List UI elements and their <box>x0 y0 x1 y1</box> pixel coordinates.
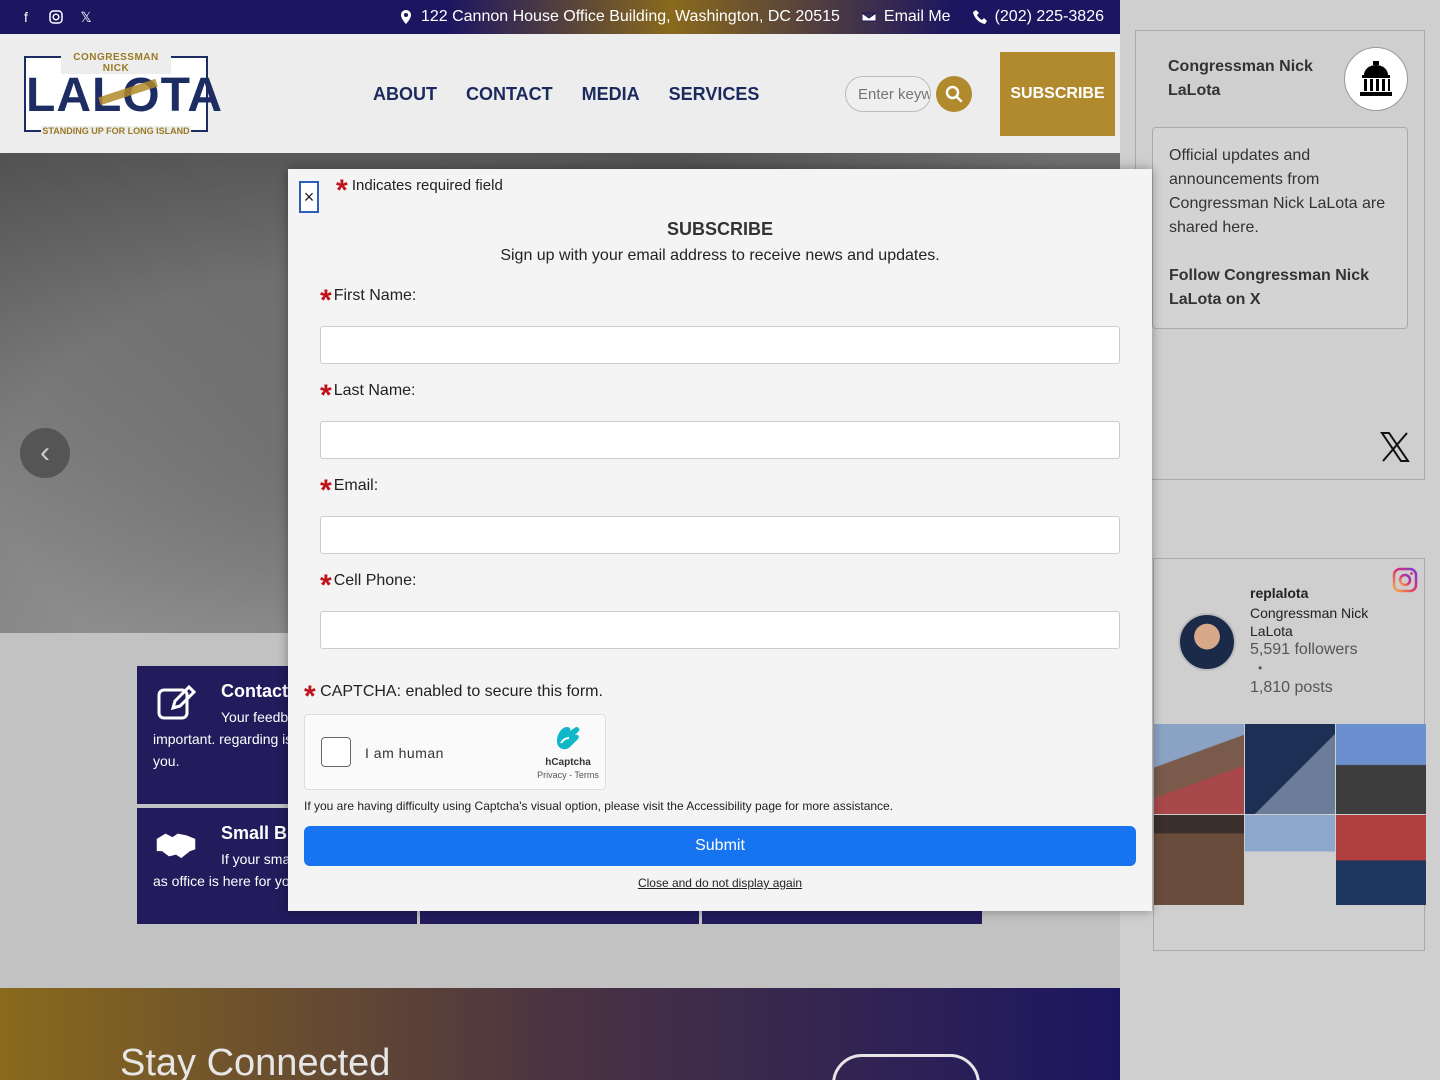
first-name-label: * First Name: <box>320 286 417 316</box>
required-asterisk: * <box>320 569 332 602</box>
captcha-checkbox[interactable] <box>321 737 351 767</box>
captcha-checkbox-label: I am human <box>365 745 444 761</box>
social-links: f 𝕏 <box>18 9 94 26</box>
hcaptcha-logo-icon <box>557 727 580 750</box>
address-item[interactable]: 122 Cannon House Office Building, Washin… <box>399 8 840 26</box>
modal-subtitle: Sign up with your email address to recei… <box>500 247 940 264</box>
required-asterisk: * <box>336 174 348 207</box>
contact-card-title: Contact <box>221 681 288 701</box>
instagram-post-thumb[interactable] <box>1154 815 1244 905</box>
hcaptcha-widget: I am human hCaptcha Privacy - Terms <box>304 714 606 790</box>
capitol-icon <box>1360 61 1392 96</box>
x-icon[interactable]: 𝕏 <box>78 9 94 25</box>
address-text: 122 Cannon House Office Building, Washin… <box>420 8 840 25</box>
email-input[interactable] <box>320 516 1120 554</box>
facebook-icon[interactable]: f <box>18 9 34 25</box>
cell-phone-label-text: Cell Phone: <box>333 572 417 589</box>
email-label-text: Email: <box>333 477 379 494</box>
main-nav: ABOUT CONTACT MEDIA SERVICES <box>373 84 759 105</box>
stay-connected-title: Stay Connected <box>120 1042 391 1080</box>
email-link[interactable]: Email Me <box>861 8 951 26</box>
required-asterisk: * <box>320 379 332 412</box>
required-asterisk: * <box>304 680 316 713</box>
capitol-avatar[interactable] <box>1344 47 1408 111</box>
instagram-post-thumb[interactable] <box>1245 815 1335 905</box>
hcaptcha-privacy-terms[interactable]: Privacy - Terms <box>525 770 611 780</box>
instagram-post-thumb[interactable] <box>1336 724 1426 814</box>
email-label: * Email: <box>320 476 379 506</box>
site-logo[interactable]: CONGRESSMAN NICK LALOTA STANDING UP FOR … <box>24 52 222 136</box>
instagram-full-name: Congressman Nick LaLota <box>1250 605 1369 639</box>
x-follow-link[interactable]: Follow Congressman Nick LaLota on X <box>1169 264 1391 312</box>
chevron-left-icon: ‹ <box>40 436 50 469</box>
x-bio-bubble: Official updates and announcements from … <box>1152 127 1408 329</box>
instagram-post-thumb[interactable] <box>1336 815 1426 905</box>
email-text: Email Me <box>883 8 951 25</box>
last-name-label-text: Last Name: <box>333 382 416 399</box>
captcha-label-text: CAPTCHA: enabled to secure this form. <box>320 683 603 700</box>
instagram-icon[interactable] <box>48 9 64 25</box>
logo-tagline: STANDING UP FOR LONG ISLAND <box>41 126 191 136</box>
stay-connected-button[interactable] <box>832 1054 980 1080</box>
nav-contact[interactable]: CONTACT <box>466 84 553 105</box>
last-name-label: * Last Name: <box>320 381 416 411</box>
nav-services[interactable]: SERVICES <box>669 84 760 105</box>
first-name-label-text: First Name: <box>333 287 417 304</box>
required-note: * Indicates required field <box>336 176 503 206</box>
search-icon <box>945 85 963 103</box>
captcha-label: * CAPTCHA: enabled to secure this form. <box>304 682 603 712</box>
contact-card[interactable]: Contact Your feedback is important. rega… <box>137 666 349 804</box>
contact-info: 122 Cannon House Office Building, Washin… <box>399 8 1104 26</box>
hcaptcha-brand: hCaptcha <box>545 757 591 768</box>
instagram-card: replalota Congressman Nick LaLota 5,591 … <box>1153 558 1426 951</box>
instagram-separator: • <box>1258 661 1263 675</box>
instagram-followers: 5,591 followers <box>1250 641 1358 658</box>
phone-icon <box>972 10 987 24</box>
search-button[interactable] <box>936 76 972 112</box>
modal-title: SUBSCRIBE <box>666 219 773 239</box>
first-name-input[interactable] <box>320 326 1120 364</box>
last-name-input[interactable] <box>320 421 1120 459</box>
cell-phone-input[interactable] <box>320 611 1120 649</box>
required-asterisk: * <box>320 284 332 317</box>
instagram-handle[interactable]: replalota <box>1250 585 1308 601</box>
submit-button[interactable]: Submit <box>304 826 1136 866</box>
accessibility-note: If you are having difficulty using Captc… <box>304 799 894 813</box>
required-note-text: Indicates required field <box>351 177 503 194</box>
instagram-post-thumb[interactable] <box>1245 724 1335 814</box>
required-asterisk: * <box>320 474 332 507</box>
nav-media[interactable]: MEDIA <box>582 84 640 105</box>
subscribe-modal: × * Indicates required field SUBSCRIBE S… <box>288 169 1152 911</box>
map-pin-icon <box>400 10 411 24</box>
instagram-grid <box>1154 724 1426 905</box>
small-business-card-title: Small B <box>221 823 288 843</box>
close-dont-show-link[interactable]: Close and do not display again <box>288 876 1152 890</box>
instagram-posts: 1,810 posts <box>1250 679 1333 696</box>
instagram-logo-icon[interactable] <box>1392 567 1418 593</box>
phone-link[interactable]: (202) 225-3826 <box>972 8 1104 26</box>
header-subscribe-button[interactable]: SUBSCRIBE <box>1000 52 1115 136</box>
search-input[interactable] <box>845 76 931 112</box>
social-sidebar: Congressman Nick LaLota Official updates… <box>1120 0 1440 1080</box>
close-button[interactable]: × <box>299 181 319 213</box>
stay-connected-section: Stay Connected <box>0 988 1120 1080</box>
x-bio-text: Official updates and announcements from … <box>1169 147 1386 236</box>
instagram-avatar[interactable] <box>1178 613 1236 671</box>
close-icon: × <box>303 186 315 207</box>
x-logo-icon[interactable] <box>1380 431 1410 463</box>
carousel-prev-button[interactable]: ‹ <box>20 428 70 478</box>
top-bar: f 𝕏 122 Cannon House Office Building, Wa… <box>0 0 1120 34</box>
site-header: CONGRESSMAN NICK LALOTA STANDING UP FOR … <box>0 34 1120 153</box>
x-profile-name[interactable]: Congressman Nick LaLota <box>1168 55 1328 103</box>
nav-about[interactable]: ABOUT <box>373 84 437 105</box>
instagram-post-thumb[interactable] <box>1154 724 1244 814</box>
x-profile-card: Congressman Nick LaLota Official updates… <box>1135 30 1425 480</box>
phone-text: (202) 225-3826 <box>994 8 1104 25</box>
cell-phone-label: * Cell Phone: <box>320 571 417 601</box>
envelope-icon <box>861 12 876 22</box>
